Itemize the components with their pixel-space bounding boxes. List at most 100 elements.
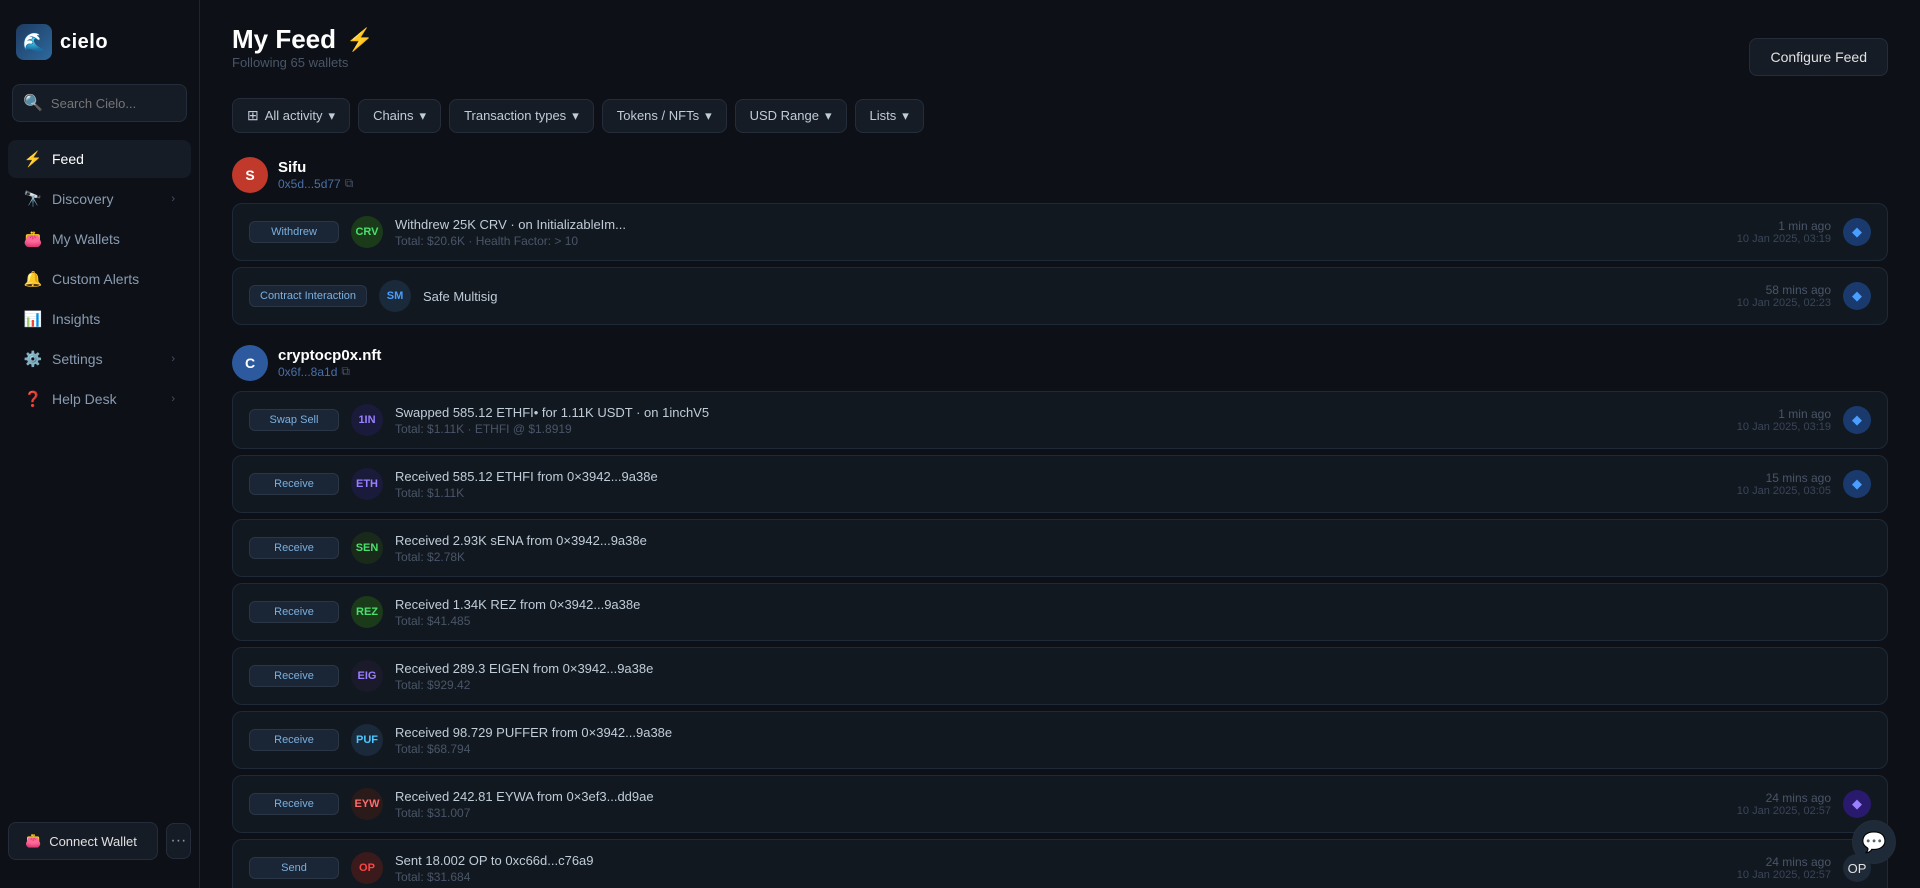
activity-description: Swapped 585.12 ETHFI• for 1.11K USDT · o… — [395, 405, 1725, 436]
activity-sub-text: Total: $41.485 — [395, 614, 1871, 628]
activity-description: Received 1.34K REZ from 0×3942...9a38e T… — [395, 597, 1871, 628]
more-icon: ··· — [170, 832, 186, 850]
sidebar-item-help-desk[interactable]: ❓ Help Desk › — [8, 380, 191, 418]
chat-icon: 💬 — [1862, 830, 1887, 855]
my-wallets-nav-label: My Wallets — [52, 231, 120, 247]
time-full: 10 Jan 2025, 02:23 — [1737, 297, 1831, 309]
activity-main-text: Received 289.3 EIGEN from 0×3942...9a38e — [395, 661, 1871, 676]
activity-badge: Swap Sell — [249, 409, 339, 431]
search-bar[interactable]: 🔍 Ctrl+K — [12, 84, 187, 122]
activity-card: Receive EYW Received 242.81 EYWA from 0×3… — [232, 775, 1888, 833]
activity-main-text: Swapped 585.12 ETHFI• for 1.11K USDT · o… — [395, 405, 1725, 420]
feed-section: C cryptocp0x.nft 0x6f...8a1d ⧉ Swap Sell… — [232, 345, 1888, 888]
activity-badge: Receive — [249, 473, 339, 495]
activity-description: Received 289.3 EIGEN from 0×3942...9a38e… — [395, 661, 1871, 692]
token-icon: EYW — [351, 788, 383, 820]
activity-badge: Receive — [249, 665, 339, 687]
chain-icon: ◆ — [1843, 406, 1871, 434]
activity-badge: Receive — [249, 729, 339, 751]
filter-chains[interactable]: Chains ▾ — [358, 99, 441, 133]
filter-tokens-nfts[interactable]: Tokens / NFTs ▾ — [602, 99, 727, 133]
activity-main-text: Sent 18.002 OP to 0xc66d...c76a9 — [395, 853, 1725, 868]
filter-all-activity[interactable]: ⊞ All activity ▾ — [232, 98, 350, 133]
time-ago: 24 mins ago — [1737, 855, 1831, 869]
feed-nav-label: Feed — [52, 151, 84, 167]
activity-card: Contract InteractionSM Safe Multisig 58 … — [232, 267, 1888, 325]
chain-icon: ◆ — [1843, 470, 1871, 498]
filter-usd-range-label: USD Range — [750, 108, 819, 123]
activity-main-text: Received 585.12 ETHFI from 0×3942...9a38… — [395, 469, 1725, 484]
time-full: 10 Jan 2025, 03:19 — [1737, 421, 1831, 433]
feed-container: S Sifu 0x5d...5d77 ⧉ WithdrewCRV Withdre… — [232, 157, 1888, 888]
logo-icon: 🌊 — [16, 24, 52, 60]
connect-wallet-button[interactable]: 👛 Connect Wallet — [8, 822, 158, 860]
wallet-header: C cryptocp0x.nft 0x6f...8a1d ⧉ — [232, 345, 1888, 381]
sidebar-item-custom-alerts[interactable]: 🔔 Custom Alerts — [8, 260, 191, 298]
wallet-name: Sifu — [278, 159, 353, 176]
search-icon: 🔍 — [23, 93, 43, 113]
sidebar-item-settings[interactable]: ⚙️ Settings › — [8, 340, 191, 378]
copy-address-icon[interactable]: ⧉ — [345, 176, 354, 191]
activity-sub-text: Total: $1.11K · ETHFI @ $1.8919 — [395, 422, 1725, 436]
token-icon: SEN — [351, 532, 383, 564]
logo: 🌊 cielo — [0, 16, 199, 84]
filter-all-activity-label: All activity — [265, 108, 323, 123]
insights-nav-label: Insights — [52, 311, 100, 327]
activity-card: Receive PUF Received 98.729 PUFFER from 0… — [232, 711, 1888, 769]
chain-icon: ◆ — [1843, 218, 1871, 246]
activity-description: Received 2.93K sENA from 0×3942...9a38e … — [395, 533, 1871, 564]
chevron-down-icon-tx: ▾ — [572, 108, 579, 124]
activity-description: Received 242.81 EYWA from 0×3ef3...dd9ae… — [395, 789, 1725, 820]
chevron-right-icon: › — [171, 193, 175, 205]
wallet-address: 0x5d...5d77 ⧉ — [278, 176, 353, 191]
filter-chains-label: Chains — [373, 108, 413, 123]
activity-sub-text: Total: $1.11K — [395, 486, 1725, 500]
sidebar-item-insights[interactable]: 📊 Insights — [8, 300, 191, 338]
connect-wallet-row: 👛 Connect Wallet ··· — [8, 822, 191, 860]
activity-time: 24 mins ago 10 Jan 2025, 02:57 — [1737, 791, 1831, 817]
chain-icon: ◆ — [1843, 790, 1871, 818]
filter-transaction-types[interactable]: Transaction types ▾ — [449, 99, 594, 133]
sidebar-item-discovery[interactable]: 🔭 Discovery › — [8, 180, 191, 218]
activity-badge: Send — [249, 857, 339, 879]
page-title: My Feed — [232, 24, 336, 55]
activity-time: 58 mins ago 10 Jan 2025, 02:23 — [1737, 283, 1831, 309]
activity-description: Withdrew 25K CRV · on InitializableIm...… — [395, 217, 1725, 248]
token-icon: PUF — [351, 724, 383, 756]
filter-transaction-types-label: Transaction types — [464, 108, 566, 123]
activity-main-text: Withdrew 25K CRV · on InitializableIm... — [395, 217, 1725, 232]
activity-description: Sent 18.002 OP to 0xc66d...c76a9 Total: … — [395, 853, 1725, 884]
sidebar: 🌊 cielo 🔍 Ctrl+K ⚡ Feed 🔭 Discovery › 👛 … — [0, 0, 200, 888]
sidebar-item-feed[interactable]: ⚡ Feed — [8, 140, 191, 178]
time-full: 10 Jan 2025, 03:19 — [1737, 233, 1831, 245]
time-ago: 58 mins ago — [1737, 283, 1831, 297]
logo-text: cielo — [60, 31, 108, 54]
activity-sub-text: Total: $31.684 — [395, 870, 1725, 884]
settings-nav-label: Settings — [52, 351, 103, 367]
settings-nav-icon: ⚙️ — [24, 350, 42, 368]
insights-nav-icon: 📊 — [24, 310, 42, 328]
copy-address-icon[interactable]: ⧉ — [341, 364, 350, 379]
sidebar-item-my-wallets[interactable]: 👛 My Wallets — [8, 220, 191, 258]
filter-usd-range[interactable]: USD Range ▾ — [735, 99, 847, 133]
filter-lists[interactable]: Lists ▾ — [855, 99, 924, 133]
discovery-nav-icon: 🔭 — [24, 190, 42, 208]
wallet-info: Sifu 0x5d...5d77 ⧉ — [278, 159, 353, 191]
page-header: My Feed ⚡ Following 65 wallets Configure… — [232, 24, 1888, 90]
activity-badge: Receive — [249, 793, 339, 815]
chat-bubble-button[interactable]: 💬 — [1852, 820, 1896, 864]
activity-card: SendOP Sent 18.002 OP to 0xc66d...c76a9 … — [232, 839, 1888, 888]
activity-main-text: Received 1.34K REZ from 0×3942...9a38e — [395, 597, 1871, 612]
token-icon: 1IN — [351, 404, 383, 436]
activity-card: ReceiveREZ Received 1.34K REZ from 0×394… — [232, 583, 1888, 641]
activity-time: 1 min ago 10 Jan 2025, 03:19 — [1737, 219, 1831, 245]
configure-feed-button[interactable]: Configure Feed — [1749, 38, 1888, 76]
token-icon: SM — [379, 280, 411, 312]
page-title-area: My Feed ⚡ Following 65 wallets — [232, 24, 373, 90]
activity-main-text: Received 98.729 PUFFER from 0×3942...9a3… — [395, 725, 1871, 740]
more-options-button[interactable]: ··· — [166, 823, 191, 859]
sidebar-nav: ⚡ Feed 🔭 Discovery › 👛 My Wallets 🔔 Cust… — [0, 138, 199, 420]
filter-bar: ⊞ All activity ▾ Chains ▾ Transaction ty… — [232, 98, 1888, 133]
avatar: C — [232, 345, 268, 381]
time-ago: 24 mins ago — [1737, 791, 1831, 805]
